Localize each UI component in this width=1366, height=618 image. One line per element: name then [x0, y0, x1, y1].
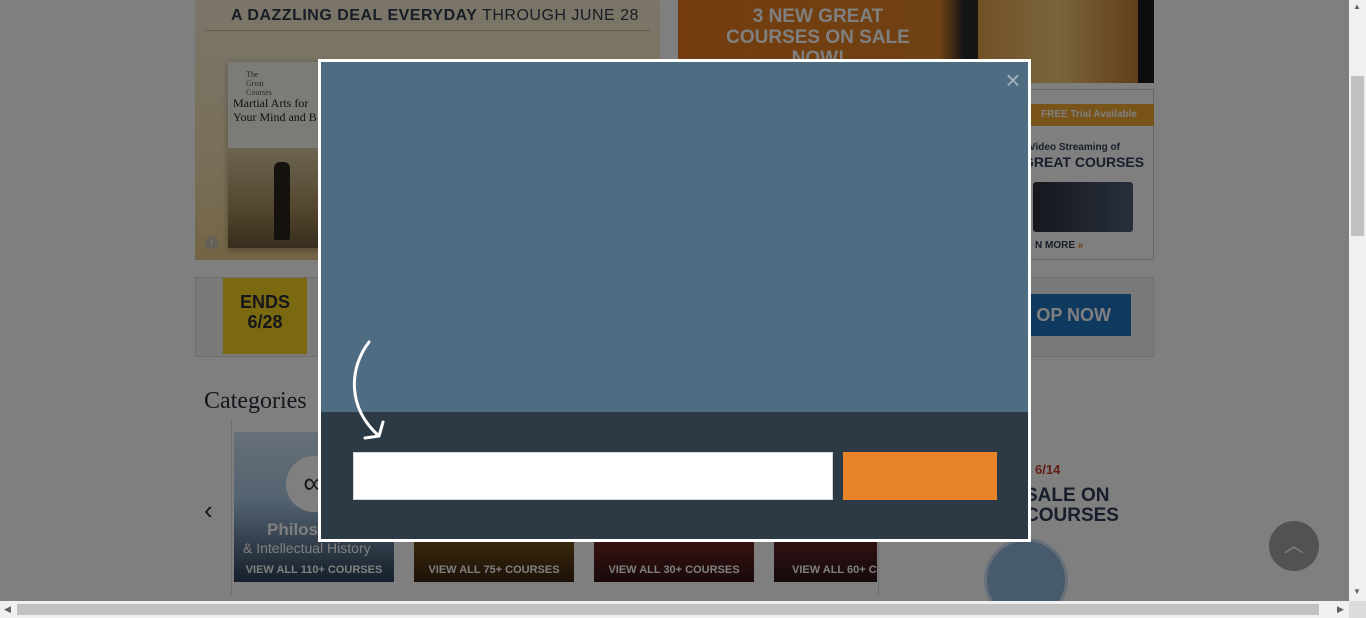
- submit-button[interactable]: [843, 452, 997, 500]
- vertical-scrollbar[interactable]: ▲ ▼: [1349, 0, 1366, 601]
- page-background: A DAZZLING DEAL EVERYDAY THROUGH JUNE 28…: [0, 0, 1349, 601]
- arrow-down-icon: [352, 340, 385, 440]
- scroll-left-icon[interactable]: ◀: [4, 604, 11, 615]
- scroll-up-icon[interactable]: ▲: [1353, 2, 1361, 11]
- vertical-scroll-thumb[interactable]: [1351, 76, 1364, 236]
- email-input[interactable]: [353, 452, 833, 500]
- scroll-down-icon[interactable]: ▼: [1353, 587, 1361, 596]
- signup-modal: ×: [318, 59, 1031, 542]
- close-icon[interactable]: ×: [1001, 67, 1025, 93]
- scrollbar-corner: [1349, 601, 1366, 618]
- modal-header-area: [321, 62, 1028, 412]
- horizontal-scrollbar[interactable]: ◀ ▶: [0, 601, 1349, 618]
- horizontal-scroll-thumb[interactable]: [17, 604, 1319, 615]
- scroll-right-icon[interactable]: ▶: [1337, 604, 1344, 615]
